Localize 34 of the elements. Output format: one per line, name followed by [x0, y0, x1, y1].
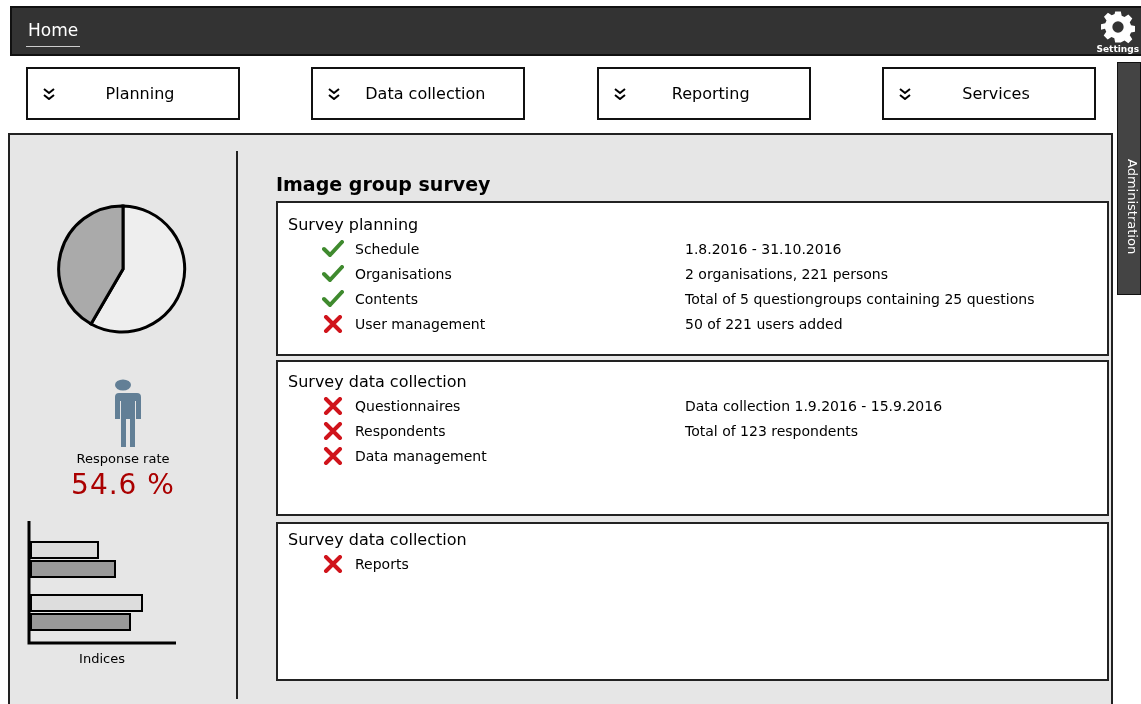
response-rate-value: 54.6 %	[71, 468, 175, 501]
task-name: Respondents	[355, 422, 447, 439]
settings-button[interactable]: Settings	[1094, 10, 1141, 54]
task-name: Contents	[355, 290, 419, 307]
administration-tab[interactable]: Administration	[1117, 62, 1141, 295]
chart-bar	[30, 541, 99, 559]
menu-button[interactable]: Services	[882, 67, 1096, 120]
section-title: Survey data collection	[288, 530, 468, 549]
menu-button[interactable]: Data collection	[311, 67, 526, 120]
task-name: Schedule	[355, 240, 421, 257]
indices-label: Indices	[79, 651, 125, 666]
settings-icon	[1100, 10, 1135, 44]
task-detail: 50 of 221 users added	[685, 315, 843, 332]
task-name: User management	[355, 315, 487, 332]
task-name: Reports	[355, 555, 410, 572]
chevron-down-icon	[327, 87, 342, 100]
home-link[interactable]: Home	[26, 15, 81, 47]
task-detail: Total of 5 questiongroups containing 25 questions	[685, 290, 1035, 307]
menu-button[interactable]: Planning	[26, 67, 240, 120]
task-detail: 1.8.2016 - 31.10.2016	[685, 240, 842, 257]
task-name: Organisations	[355, 265, 453, 282]
task-name: Data management	[355, 447, 488, 464]
menu-button[interactable]: Reporting	[596, 67, 811, 120]
task-detail: Total of 123 respondents	[685, 422, 859, 439]
task-detail: Data collection 1.9.2016 - 15.9.2016	[685, 397, 943, 414]
task-detail: 2 organisations, 221 persons	[685, 265, 888, 282]
task-name: Questionnaires	[355, 397, 462, 414]
chevron-down-icon	[612, 87, 627, 100]
survey-title: Image group survey	[276, 173, 492, 195]
response-rate-label: Response rate	[76, 451, 170, 466]
section-title: Survey data collection	[288, 372, 468, 391]
section-title: Survey planning	[288, 215, 420, 234]
chevron-down-icon	[42, 87, 56, 100]
chevron-down-icon	[898, 87, 912, 100]
